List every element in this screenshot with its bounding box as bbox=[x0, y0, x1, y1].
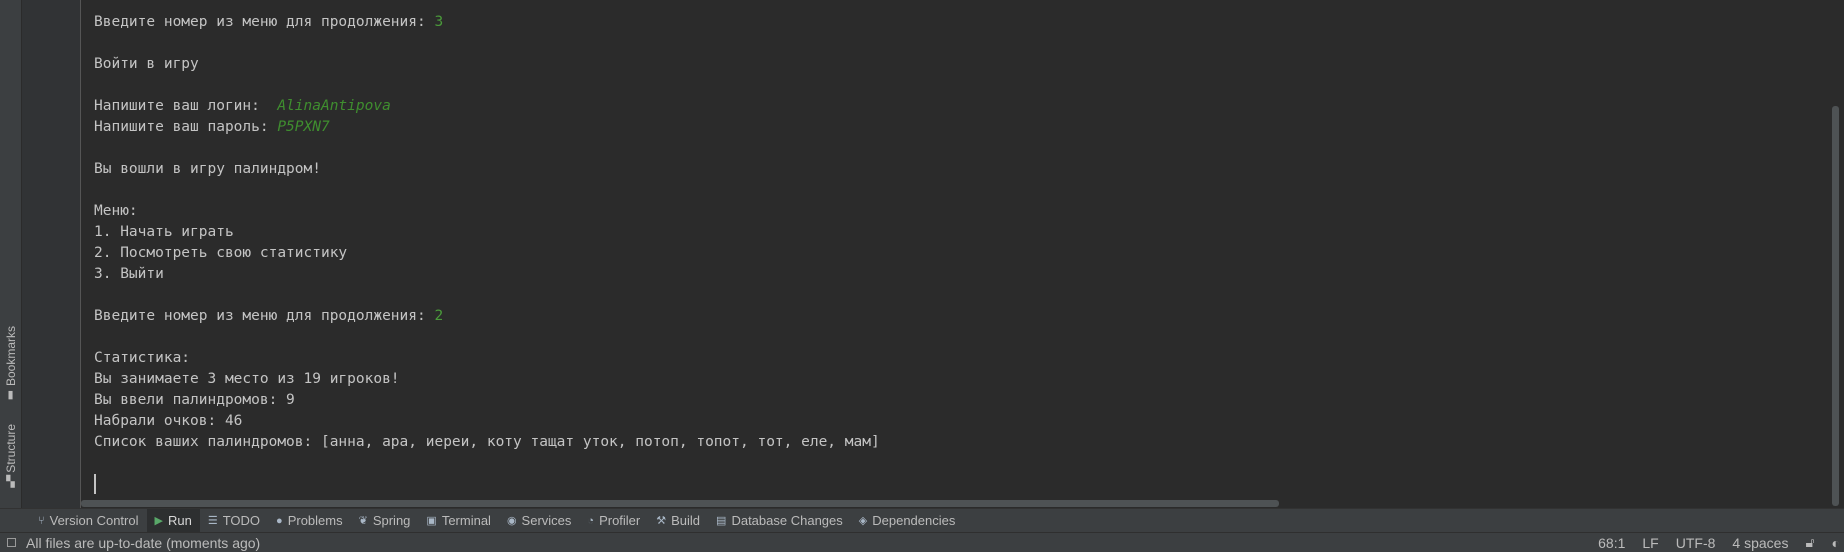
info-icon: ● bbox=[276, 514, 283, 527]
tool-window-label: Version Control bbox=[49, 513, 139, 528]
console-line-text: Вы занимаете 3 место из 19 игроков! bbox=[94, 371, 400, 387]
console-gutter bbox=[52, 0, 81, 508]
tool-window-bar: ⑂ Version Control ▶ Run ☰ TODO ● Problems ❦ Sprin… bbox=[0, 508, 1844, 533]
left-tool-strip: ▮ Bookmarks ▚ Structure bbox=[0, 0, 22, 508]
console-line-text: 2. Посмотреть свою статистику bbox=[94, 245, 348, 261]
profiler-icon: ◔ bbox=[587, 514, 595, 527]
console-line: Набрали очков: 46 bbox=[94, 411, 880, 432]
console-line: Вы занимаете 3 место из 19 игроков! bbox=[94, 369, 880, 390]
user-input: P5PXN7 bbox=[277, 119, 330, 135]
console-line-text: Напишите ваш пароль: bbox=[94, 119, 278, 135]
layers-icon: ◈ bbox=[858, 515, 868, 527]
console-line-text: Напишите ваш логин: bbox=[94, 98, 278, 114]
tool-window-problems[interactable]: ● Problems bbox=[268, 509, 351, 533]
status-message: All files are up-to-date (moments ago) bbox=[26, 534, 261, 551]
tool-window-spring[interactable]: ❦ Spring bbox=[351, 509, 419, 533]
branch-icon: ⑂ bbox=[38, 514, 45, 527]
user-input: 3 bbox=[434, 14, 444, 30]
tool-window-profiler[interactable]: ◔ Profiler bbox=[579, 509, 648, 533]
tool-window-label: Profiler bbox=[599, 513, 641, 528]
run-console[interactable]: Введите номер из меню для продолжения: 3… bbox=[81, 0, 1826, 508]
console-line-text: 1. Начать играть bbox=[94, 224, 234, 240]
console-line-text: Войти в игру bbox=[94, 56, 199, 72]
tool-window-services[interactable]: ◉ Services bbox=[499, 509, 579, 533]
user-input: 2 bbox=[434, 308, 444, 324]
bookmark-icon: ▮ bbox=[7, 389, 14, 402]
user-input: AlinaAntipova bbox=[277, 98, 391, 114]
console-line-text: Введите номер из меню для продолжения: bbox=[94, 14, 435, 30]
tool-window-label: Build bbox=[671, 513, 701, 528]
vertical-scrollbar[interactable] bbox=[1832, 106, 1839, 506]
console-line: Введите номер из меню для продолжения: 3 bbox=[94, 12, 880, 33]
structure-tab-label: Structure bbox=[3, 424, 18, 473]
bookmarks-tab[interactable]: ▮ Bookmarks bbox=[1, 326, 20, 401]
console-line-text: Вы ввели палиндромов: 9 bbox=[94, 392, 295, 408]
hammer-icon: ⚒ bbox=[656, 515, 667, 527]
tool-window-dependencies[interactable]: ◈ Dependencies bbox=[851, 509, 964, 533]
play-circle-icon: ◉ bbox=[506, 515, 517, 527]
tool-window-label: Run bbox=[167, 513, 192, 528]
terminal-icon: ▣ bbox=[426, 515, 437, 527]
tool-window-database-changes[interactable]: ▤ Database Changes bbox=[708, 509, 851, 533]
console-line: 2. Посмотреть свою статистику bbox=[94, 243, 880, 264]
indent-setting[interactable]: 4 spaces bbox=[1732, 535, 1788, 551]
bookmarks-tab-label: Bookmarks bbox=[3, 326, 18, 387]
console-line: Войти в игру bbox=[94, 54, 880, 75]
console-line: Статистика: bbox=[94, 348, 880, 369]
run-toolbar-gutter bbox=[22, 0, 52, 508]
tool-window-label: Services bbox=[521, 513, 572, 528]
tool-window-label: Problems bbox=[287, 513, 343, 528]
leaf-icon: ❦ bbox=[358, 515, 368, 527]
tool-window-label: Dependencies bbox=[872, 513, 956, 528]
structure-icon: ▚ bbox=[6, 475, 15, 488]
console-line: Напишите ваш логин: AlinaAntipova bbox=[94, 96, 880, 117]
tool-window-run[interactable]: ▶ Run bbox=[146, 508, 200, 533]
tool-window-terminal[interactable]: ▣ Terminal bbox=[418, 509, 499, 533]
console-output: Введите номер из меню для продолжения: 3… bbox=[94, 12, 880, 453]
console-line-text: Список ваших палиндромов: [анна, ара, ие… bbox=[94, 434, 880, 450]
console-line-text: Набрали очков: 46 bbox=[94, 413, 243, 429]
console-line: Напишите ваш пароль: P5PXN7 bbox=[94, 117, 880, 138]
list-icon: ☰ bbox=[207, 515, 218, 527]
tool-window-version-control[interactable]: ⑂ Version Control bbox=[30, 509, 147, 533]
tool-window-label: TODO bbox=[222, 513, 261, 528]
console-line: Список ваших палиндромов: [анна, ара, ие… bbox=[94, 432, 880, 453]
tool-window-label: Terminal bbox=[441, 513, 491, 528]
structure-tab[interactable]: ▚ Structure bbox=[1, 424, 20, 488]
file-encoding[interactable]: UTF-8 bbox=[1676, 535, 1716, 551]
console-line: 3. Выйти bbox=[94, 264, 880, 285]
console-line-text: 3. Выйти bbox=[94, 266, 164, 282]
tool-window-todo[interactable]: ☰ TODO bbox=[200, 509, 268, 533]
console-line: Вы вошли в игру палиндром! bbox=[94, 159, 880, 180]
console-line: 1. Начать играть bbox=[94, 222, 880, 243]
text-caret bbox=[94, 474, 96, 494]
line-separator[interactable]: LF bbox=[1642, 535, 1658, 551]
tool-window-label: Database Changes bbox=[731, 513, 843, 528]
window-toggle-icon[interactable] bbox=[7, 538, 16, 547]
tool-window-build[interactable]: ⚒ Build bbox=[648, 509, 708, 533]
run-icon: ▶ bbox=[154, 515, 163, 527]
console-line: Меню: bbox=[94, 201, 880, 222]
console-line: Вы ввели палиндромов: 9 bbox=[94, 390, 880, 411]
lock-icon[interactable]: 🔓︎ bbox=[1805, 534, 1814, 551]
console-line: Введите номер из меню для продолжения: 2 bbox=[94, 306, 880, 327]
console-line-text: Статистика: bbox=[94, 350, 191, 366]
console-line-text: Введите номер из меню для продолжения: bbox=[94, 308, 435, 324]
status-bar: All files are up-to-date (moments ago) 6… bbox=[0, 532, 1844, 552]
caret-position[interactable]: 68:1 bbox=[1598, 535, 1625, 551]
console-line-text: Вы вошли в игру палиндром! bbox=[94, 161, 321, 177]
database-icon: ▤ bbox=[716, 515, 727, 527]
tool-window-label: Spring bbox=[372, 513, 411, 528]
console-line-text: Меню: bbox=[94, 203, 138, 219]
notifications-icon[interactable]: ◐ bbox=[1832, 535, 1840, 551]
horizontal-scrollbar[interactable] bbox=[81, 500, 1279, 507]
